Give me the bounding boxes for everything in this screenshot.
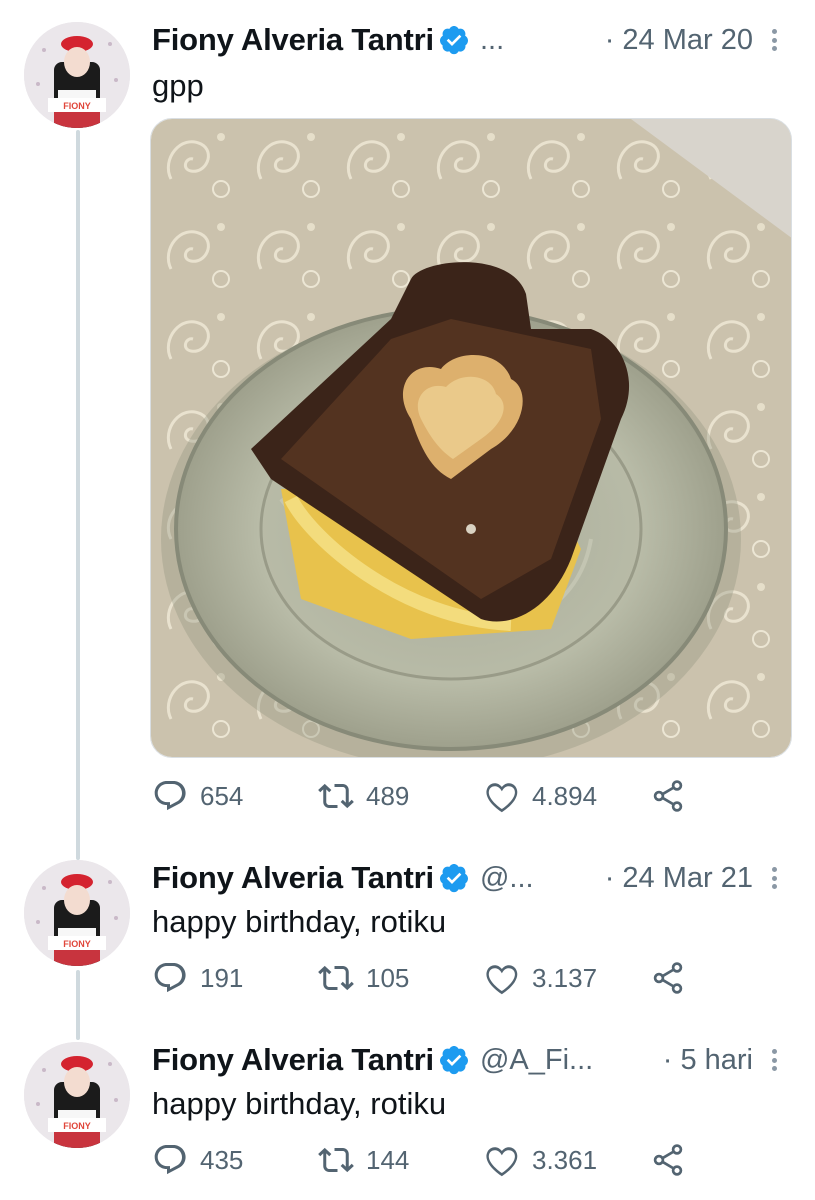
tweet-text: gpp: [152, 68, 204, 103]
avatar-badge-text: FIONY: [63, 1121, 91, 1131]
share-icon: [653, 962, 683, 994]
retweet-icon: [318, 965, 354, 991]
tweet-text: happy birthday, rotiku: [152, 904, 447, 939]
thread-connector: [76, 970, 80, 1040]
avatar[interactable]: FIONY: [24, 1042, 130, 1148]
avatar[interactable]: FIONY: [24, 22, 130, 128]
heart-icon: [486, 1147, 518, 1177]
tweet-actions: 191 105 3.137: [152, 960, 690, 996]
heart-icon: [486, 783, 518, 813]
reply-count: 435: [200, 1144, 244, 1175]
retweet-button[interactable]: 105: [318, 960, 484, 996]
reply-button[interactable]: 191: [152, 960, 318, 996]
like-button[interactable]: 3.137: [484, 960, 650, 996]
share-icon: [653, 780, 683, 812]
more-options-icon[interactable]: [763, 1044, 785, 1076]
tweet-header: Fiony Alveria Tantri ... · 24 Mar 20: [152, 18, 785, 62]
retweet-icon: [318, 1147, 354, 1173]
author-name[interactable]: Fiony Alveria Tantri: [152, 1042, 434, 1078]
reply-icon: [154, 1145, 186, 1175]
share-button[interactable]: [650, 960, 690, 996]
reply-count: 654: [200, 780, 244, 811]
share-button[interactable]: [650, 778, 690, 814]
retweet-button[interactable]: 144: [318, 1142, 484, 1178]
like-button[interactable]: 3.361: [484, 1142, 650, 1178]
verified-badge-icon: [438, 24, 470, 56]
avatar[interactable]: FIONY: [24, 860, 130, 966]
retweet-button[interactable]: 489: [318, 778, 484, 814]
reply-icon: [154, 963, 186, 993]
tweet-date[interactable]: · 5 hari: [663, 1044, 753, 1077]
reply-button[interactable]: 435: [152, 1142, 318, 1178]
author-handle[interactable]: @...: [480, 862, 534, 895]
retweet-count: 489: [366, 780, 410, 811]
tweet-image[interactable]: [150, 118, 792, 758]
more-options-icon[interactable]: [763, 24, 785, 56]
share-icon: [653, 1144, 683, 1176]
retweet-icon: [318, 783, 354, 809]
verified-badge-icon: [438, 862, 470, 894]
tweet-actions: 435 144 3.361: [152, 1142, 690, 1178]
heart-icon: [486, 965, 518, 995]
more-options-icon[interactable]: [763, 862, 785, 894]
thread-connector: [76, 130, 80, 860]
share-button[interactable]: [650, 1142, 690, 1178]
retweet-count: 105: [366, 962, 410, 993]
tweet-text: happy birthday, rotiku: [152, 1086, 447, 1121]
author-handle[interactable]: ...: [480, 24, 504, 57]
reply-icon: [154, 781, 186, 811]
tweet-date[interactable]: · 24 Mar 21: [605, 862, 753, 895]
like-button[interactable]: 4.894: [484, 778, 650, 814]
author-name[interactable]: Fiony Alveria Tantri: [152, 860, 434, 896]
like-count: 3.137: [532, 962, 598, 993]
verified-badge-icon: [438, 1044, 470, 1076]
like-count: 4.894: [532, 780, 598, 811]
like-count: 3.361: [532, 1144, 598, 1175]
avatar-badge-text: FIONY: [63, 101, 91, 111]
avatar-badge-text: FIONY: [63, 939, 91, 949]
retweet-count: 144: [366, 1144, 410, 1175]
tweet-header: Fiony Alveria Tantri @... · 24 Mar 21: [152, 856, 785, 900]
reply-button[interactable]: 654: [152, 778, 318, 814]
tweet-header: Fiony Alveria Tantri @A_Fi... · 5 hari: [152, 1038, 785, 1082]
reply-count: 191: [200, 962, 244, 993]
tweet-date[interactable]: · 24 Mar 20: [605, 24, 753, 57]
author-name[interactable]: Fiony Alveria Tantri: [152, 22, 434, 58]
tweet-actions: 654 489 4.894: [152, 778, 690, 814]
author-handle[interactable]: @A_Fi...: [480, 1044, 593, 1077]
